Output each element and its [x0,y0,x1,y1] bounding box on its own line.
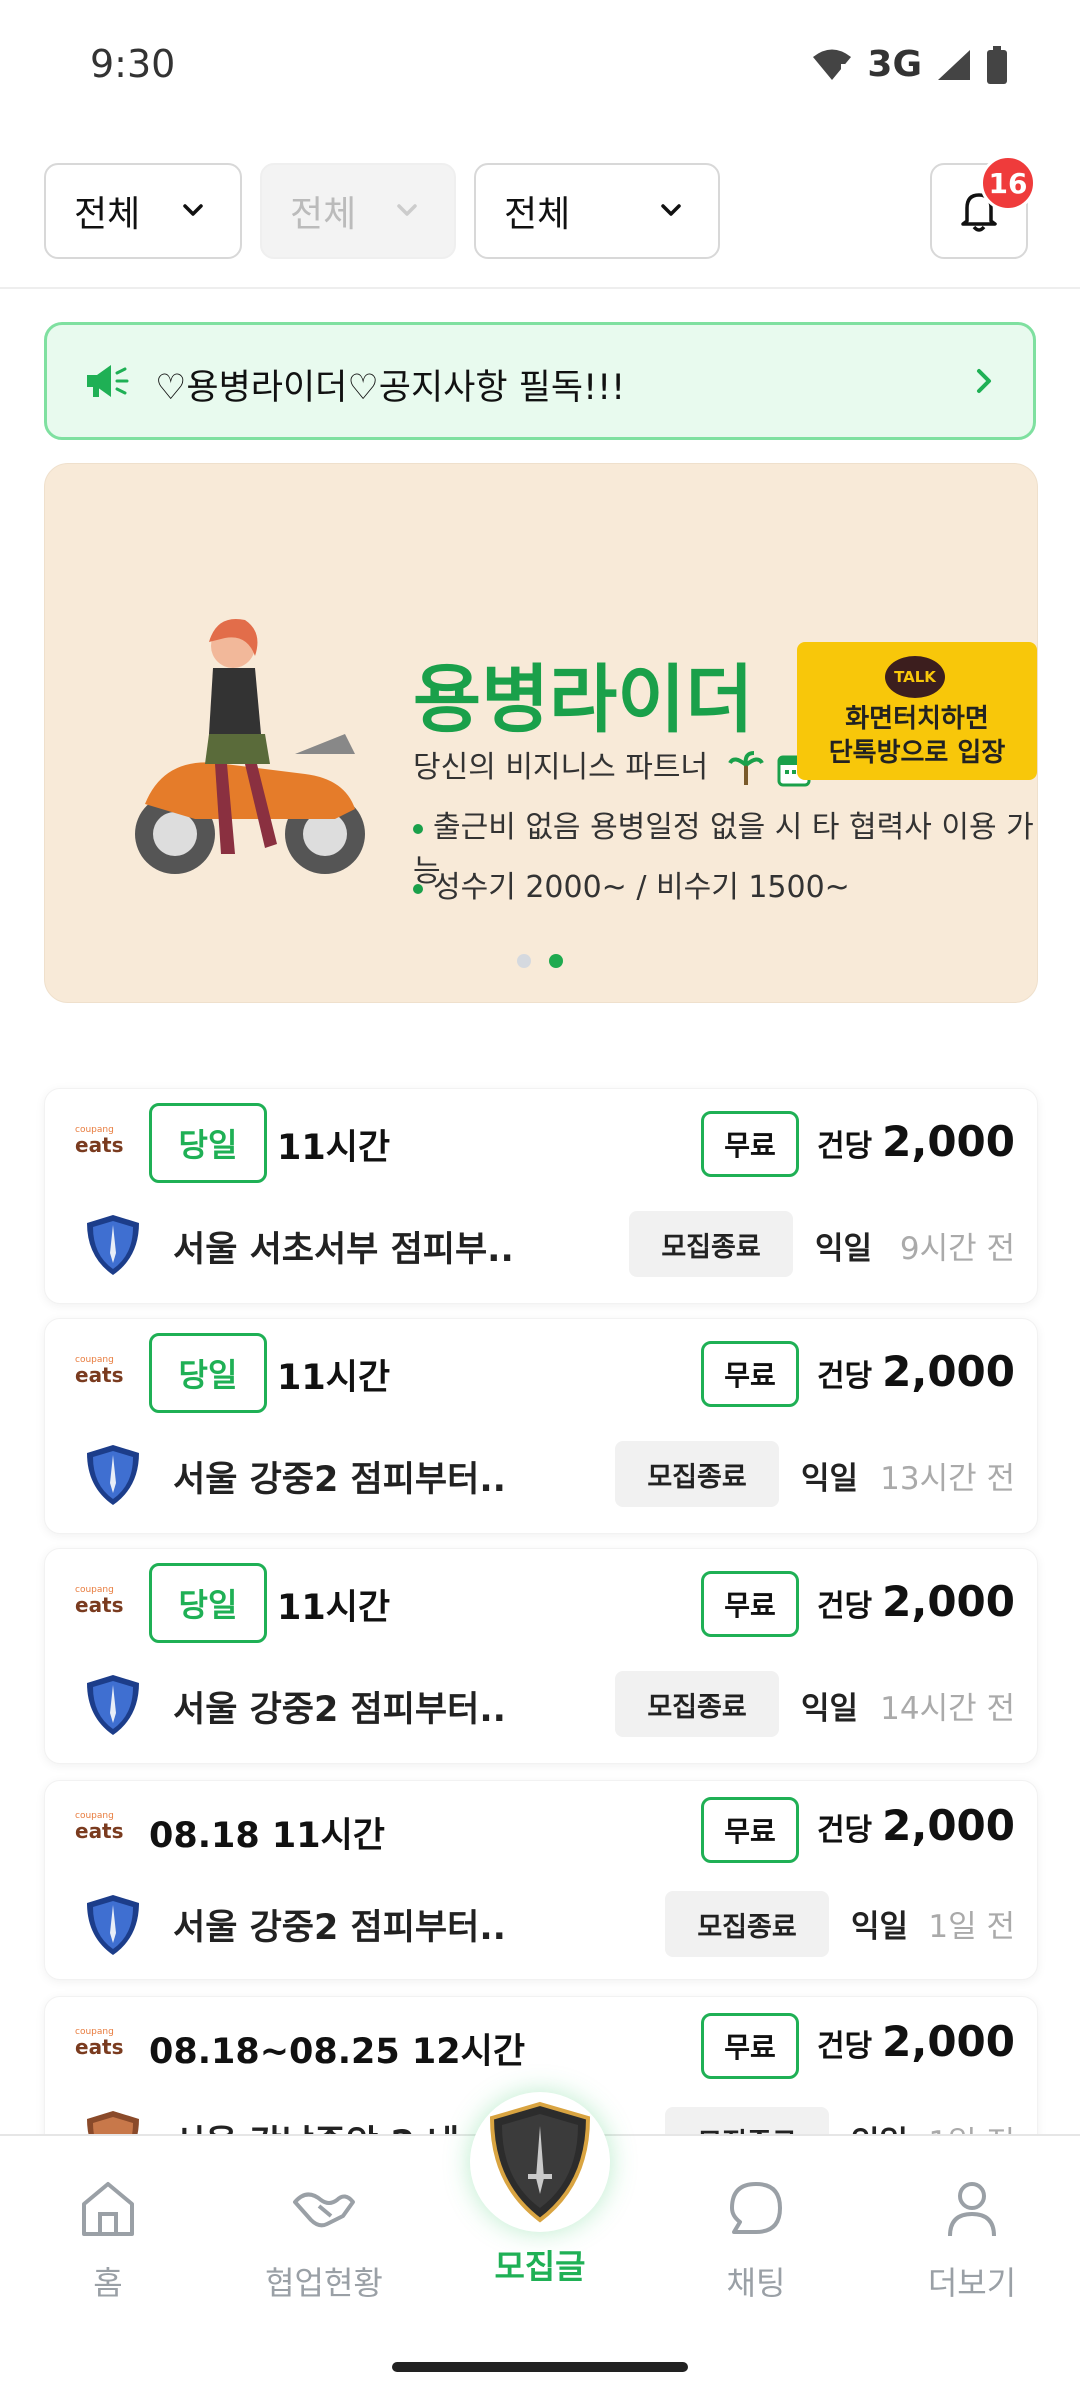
filter-dropdown-2-label: 전체 [290,194,357,235]
battery-icon [987,45,1007,84]
post-hours: 11시간 [277,1588,391,1628]
post-price: 건당 2,000 [816,2017,1015,2066]
pagination-dot-1[interactable] [517,954,531,968]
shield-icon [87,1675,139,1735]
handshake-icon [293,2192,355,2228]
post-card[interactable]: coupang eats 당일 11시간 무료 건당 2,000 서울 강중2 점피… [44,1548,1038,1764]
post-hours: 08.18~08.25 12시간 [149,2032,526,2072]
post-price: 건당 2,000 [816,1577,1015,1626]
chevron-down-icon [397,204,417,216]
post-next-day: 익일 [801,1691,859,1727]
post-price: 건당 2,000 [816,1347,1015,1396]
home-icon [82,2182,134,2236]
palm-icon [727,750,764,785]
filter-bar: 전체 전체 전체 [0,135,1080,289]
notice-text: ♡용병라이더♡공지사항 필독!!! [155,368,626,408]
home-indicator [392,2362,688,2372]
nav-home[interactable]: 홈 [8,2176,208,2304]
post-card[interactable]: coupang eats 당일 11시간 무료 건당 2,000 서울 서초서부 점… [44,1088,1038,1304]
signal-icon [938,49,970,80]
coupang-eats-logo: coupang eats [75,1585,124,1617]
post-title: 서울 강중2 점피부터.. [173,1690,506,1730]
nav-more[interactable]: 더보기 [872,2176,1072,2304]
filter-dropdown-3-label: 전체 [504,194,571,235]
filter-dropdown-1-label: 전체 [74,194,141,235]
pagination-dot-2[interactable] [549,954,563,968]
wifi-icon [813,49,852,80]
post-next-day: 익일 [815,1231,873,1267]
coupang-eats-logo: coupang eats [75,1125,124,1157]
post-time-ago: 9시간 전 [899,1231,1015,1267]
notification-count-badge: 16 [980,155,1036,211]
status-time: 9:30 [90,42,176,86]
chevron-down-icon [183,204,203,216]
fee-tag: 무료 [701,2013,799,2079]
shield-icon [489,2101,591,2223]
status-badge: 모집종료 [665,1891,829,1957]
shield-icon [87,1445,139,1505]
same-day-tag: 당일 [149,1333,267,1413]
fee-tag: 무료 [701,1111,799,1177]
nav-more-label: 더보기 [927,2264,1017,2302]
post-next-day: 익일 [851,1909,909,1945]
post-hours: 11시간 [277,1128,391,1168]
coupang-eats-logo: coupang eats [75,2027,124,2059]
post-time-ago: 13시간 전 [880,1461,1015,1497]
person-icon [948,2182,996,2237]
nav-recruit[interactable] [470,2092,610,2232]
post-title: 서울 강중2 점피부터.. [173,1460,506,1500]
post-hours: 08.18 11시간 [149,1816,385,1856]
network-label: 3G [867,44,922,85]
chevron-down-icon [661,204,681,216]
filter-dropdown-3[interactable]: 전체 [474,163,720,259]
rider-illustration [135,618,365,874]
post-card[interactable]: coupang eats 당일 11시간 무료 건당 2,000 서울 강중2 점피… [44,1318,1038,1534]
kakao-talk-text: 화면터치하면 단톡방으로 입장 [828,704,1006,768]
kakao-talk-button[interactable]: TALK 화면터치하면 단톡방으로 입장 [797,642,1037,780]
nav-chat-label: 채팅 [726,2264,786,2302]
nav-collab-label: 협업현황 [265,2264,383,2302]
banner-pagination [517,954,563,968]
filter-dropdown-1[interactable]: 전체 [44,163,242,259]
megaphone-icon [87,365,129,397]
shield-icon [87,1215,139,1275]
post-hours: 11시간 [277,1358,391,1398]
same-day-tag: 당일 [149,1103,267,1183]
status-badge: 모집종료 [629,1211,793,1277]
status-badge: 모집종료 [615,1441,779,1507]
status-bar: 9:30 3G [0,0,1080,135]
banner-title: 용병라이더 [413,657,754,743]
post-card[interactable]: coupang eats 08.18 11시간 무료 건당 2,000 서울 강중2… [44,1780,1038,1980]
shield-icon [87,1895,139,1955]
coupang-eats-logo: coupang eats [75,1355,124,1387]
status-icons: 3G [811,44,1008,85]
kakao-talk-icon: TALK [885,656,945,698]
promo-banner[interactable]: 용병라이더 당신의 비지니스 파트너 출근비 없음 용병일정 없을 시 타 협력… [44,463,1038,1003]
nav-chat[interactable]: 채팅 [656,2176,856,2304]
nav-home-label: 홈 [93,2264,123,2302]
post-next-day: 익일 [801,1461,859,1497]
filter-dropdown-2[interactable]: 전체 [260,163,456,259]
banner-subtitle: 당신의 비지니스 파트너 [413,742,811,787]
notice-banner[interactable]: ♡용병라이더♡공지사항 필독!!! [44,322,1036,440]
post-price: 건당 2,000 [816,1801,1015,1850]
post-price: 건당 2,000 [816,1117,1015,1166]
fee-tag: 무료 [701,1797,799,1863]
coupang-eats-logo: coupang eats [75,1811,124,1843]
nav-collab[interactable]: 협업현황 [224,2176,424,2304]
post-title: 서울 서초서부 점피부.. [173,1230,514,1270]
banner-bullet-2: 성수기 2000~ / 비수기 1500~ [413,862,850,906]
same-day-tag: 당일 [149,1563,267,1643]
chevron-right-icon [977,369,991,393]
fee-tag: 무료 [701,1341,799,1407]
nav-recruit-label: 모집글 [494,2247,586,2286]
fee-tag: 무료 [701,1571,799,1637]
chat-icon [730,2182,782,2234]
status-badge: 모집종료 [615,1671,779,1737]
post-time-ago: 14시간 전 [880,1691,1015,1727]
post-title: 서울 강중2 점피부터.. [173,1908,506,1948]
post-time-ago: 1일 전 [928,1909,1015,1945]
